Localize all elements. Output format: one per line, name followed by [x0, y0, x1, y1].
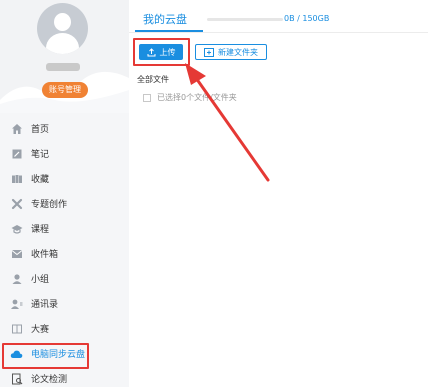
sidebar-item-cloud-sync[interactable]: 电脑同步云盘 [0, 341, 129, 369]
storage-progress-bar [207, 18, 283, 21]
sidebar-item-contacts[interactable]: 通讯录 [0, 291, 129, 316]
sidebar-item-groups[interactable]: 小组 [0, 266, 129, 291]
sidebar-item-home[interactable]: 首页 [0, 116, 129, 141]
main-panel: 我的云盘 0B / 150GB 上传 新建文件夹 全部文件 已选择0个文件/文件… [129, 0, 428, 387]
sidebar-item-label: 课程 [31, 225, 50, 235]
selection-status-text: 已选择0个文件/文件夹 [157, 93, 237, 102]
book-icon [10, 322, 23, 335]
sidebar-item-paper-check[interactable]: 论文检测 [0, 366, 129, 387]
upload-icon [147, 47, 156, 57]
paper-check-icon [10, 372, 23, 385]
select-all-checkbox[interactable] [143, 93, 151, 102]
sidebar-item-topic-creation[interactable]: 专题创作 [0, 191, 129, 216]
avatar[interactable] [37, 3, 88, 54]
sidebar-item-inbox[interactable]: 收件箱 [0, 241, 129, 266]
tab-my-cloud-disk[interactable]: 我的云盘 [143, 11, 187, 27]
new-folder-button-label: 新建文件夹 [218, 47, 258, 57]
storage-usage-text: 0B / 150GB [284, 14, 330, 23]
group-icon [10, 272, 23, 285]
sidebar-item-label: 小组 [31, 275, 50, 285]
username-placeholder [46, 63, 80, 71]
profile-card: 账号管理 [0, 0, 129, 113]
sidebar-item-label: 大赛 [31, 325, 50, 335]
account-management-button[interactable]: 账号管理 [42, 82, 88, 98]
sidebar-item-label: 专题创作 [31, 200, 68, 210]
new-folder-icon [204, 47, 214, 57]
sidebar-item-courses[interactable]: 课程 [0, 216, 129, 241]
new-folder-button[interactable]: 新建文件夹 [195, 44, 267, 60]
tools-icon [10, 197, 23, 210]
upload-button-label: 上传 [159, 47, 176, 57]
cloud-icon [10, 347, 23, 360]
sidebar-item-label: 收藏 [31, 175, 50, 185]
header-divider [129, 32, 428, 33]
sidebar-item-label: 通讯录 [31, 300, 59, 310]
upload-button[interactable]: 上传 [139, 44, 183, 60]
inbox-icon [10, 247, 23, 260]
sidebar-nav: 首页 笔记 收藏 专题创作 课程 收件箱 小组 通讯录 大赛 电脑同步云盘 论文… [0, 116, 129, 387]
sidebar-item-label: 收件箱 [31, 250, 59, 260]
sidebar-item-label: 首页 [31, 125, 50, 135]
selection-row: 已选择0个文件/文件夹 [143, 92, 237, 103]
sidebar-item-favorites[interactable]: 收藏 [0, 166, 129, 191]
sidebar-item-competition[interactable]: 大赛 [0, 316, 129, 341]
sidebar-item-label: 笔记 [31, 150, 50, 160]
home-icon [10, 122, 23, 135]
note-icon [10, 147, 23, 160]
sidebar-item-label: 电脑同步云盘 [31, 350, 86, 360]
sidebar: 账号管理 首页 笔记 收藏 专题创作 课程 收件箱 小组 通讯录 大赛 电脑同步… [0, 0, 129, 387]
sidebar-item-label: 论文检测 [31, 375, 68, 385]
graduation-cap-icon [10, 222, 23, 235]
breadcrumb-all-files[interactable]: 全部文件 [137, 74, 169, 85]
sidebar-item-notes[interactable]: 笔记 [0, 141, 129, 166]
contacts-icon [10, 297, 23, 310]
bookmark-icon [10, 172, 23, 185]
